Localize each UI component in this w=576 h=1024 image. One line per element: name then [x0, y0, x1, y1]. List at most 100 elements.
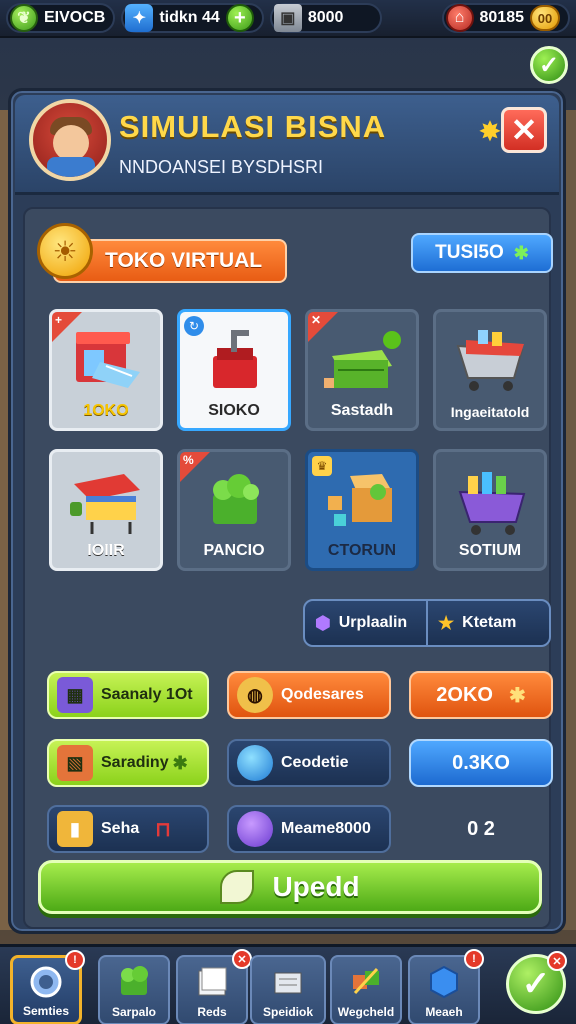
avatar[interactable] [29, 99, 111, 181]
notification-badge: ✕ [232, 949, 252, 969]
cube-icon: ▦ [57, 677, 93, 713]
box-icon: ▣ [273, 4, 302, 32]
resource-money-value: 80185 [479, 9, 525, 26]
coin-icon[interactable]: 00 [530, 5, 560, 31]
readout-value: 0 2 [467, 817, 495, 840]
paper-stack-icon [198, 967, 227, 996]
nav-label: Semties [22, 1004, 70, 1018]
sparkle-icon: ✱ [508, 684, 526, 707]
panel-header: SIMULASI BISNA NNDOANSEI BYSDHSRI ✸ ✕ [15, 95, 559, 195]
barrel-icon: ◍ [237, 677, 273, 713]
nav-confirm-button[interactable]: ✕ ✓ [506, 951, 567, 1014]
orb-icon [237, 745, 273, 781]
stat-label: Saanaly 1Ot [101, 686, 193, 703]
nav-label: Sarpalo [111, 1005, 156, 1019]
bottles-icon: ▮ [57, 811, 93, 847]
item-label: 1OKO [83, 402, 129, 419]
stat-button-quality[interactable]: Ceodetie [227, 739, 391, 787]
resource-energy-value: EIVOCB [44, 9, 106, 26]
mode-option-left-label: Urplaalin [338, 614, 408, 631]
purple-cart-icon [458, 472, 526, 535]
stat-button-stocking[interactable]: ▧ Saradiny ✱ [47, 739, 209, 787]
mode-option-right[interactable]: ★ Ktetam [428, 601, 549, 645]
vegetable-icon [121, 966, 148, 995]
stat-label: Seha [101, 820, 140, 837]
item-label: IOIIR [87, 542, 125, 559]
shop-stall-icon [76, 332, 140, 388]
market-stand-icon [70, 474, 140, 534]
item-tile-crates-stack[interactable]: ♛ CTORUN [305, 449, 419, 571]
item-label: SIOKO [208, 402, 260, 419]
item-tile-vegetables[interactable]: % PANCIO [177, 449, 291, 571]
close-button[interactable]: ✕ [501, 107, 547, 153]
shopping-cart-icon [456, 330, 524, 391]
close-icon: ✕ [510, 112, 538, 148]
tab-secondary[interactable]: TUSI5O ✱ [411, 233, 553, 273]
nav-item-inventory[interactable]: ! Meaeh [408, 949, 484, 1024]
value-button-revenue[interactable]: 2OKO ✱ [409, 671, 553, 719]
resource-energy[interactable]: ❦ EIVOCB [6, 3, 116, 33]
sparkle-icon: ✱ [172, 752, 188, 773]
resource-stock[interactable]: ▣ 8000 [269, 3, 382, 33]
stat-button-staff[interactable]: ▮ Seha ⊓ [47, 805, 209, 853]
item-tile-register[interactable]: ↻ SIOKO [177, 309, 291, 431]
stat-button-measure[interactable]: Meame8000 [227, 805, 391, 853]
resource-gems-value: tidkn 44 [159, 9, 220, 26]
check-icon: ✓ [521, 965, 551, 1003]
resource-money[interactable]: ⌂ 80185 00 [441, 3, 570, 33]
item-tile-shop-stall[interactable]: + 1OKO [49, 309, 163, 431]
sun-badge-icon: ☀ [37, 223, 93, 279]
stat-label: Qodesares [281, 686, 364, 703]
nav-item-reports[interactable]: ✕ Reds [176, 949, 252, 1024]
item-label: Sastadh [330, 402, 394, 419]
sparkle-icon: ✱ [513, 242, 529, 263]
value-button-rate[interactable]: 0.3KO [409, 739, 553, 787]
tab-toko-virtual-label: TOKO VIRTUAL [105, 249, 263, 272]
item-label: PANCIO [203, 542, 265, 559]
resource-bar: ❦ EIVOCB ✦ tidkn 44 + ▣ 8000 ⌂ 80185 00 [0, 0, 576, 38]
stat-button-resources[interactable]: ◍ Qodesares [227, 671, 391, 719]
mode-toggle: ⬢ Urplaalin ★ Ktetam [303, 599, 551, 647]
notification-badge: ! [65, 950, 85, 970]
item-tile-crate[interactable]: ✕ Sastadh [305, 309, 419, 431]
potion-icon: ⬢ [315, 612, 331, 633]
item-label: Ingaeitatold [450, 404, 530, 420]
mode-option-right-label: Ktetam [462, 614, 517, 631]
leaf-icon [220, 870, 255, 904]
tag-icon: % [183, 453, 194, 467]
vegetable-box-icon [213, 474, 259, 524]
panel-subtitle: NNDOANSEI BYSDHSRI [119, 157, 324, 177]
shop-icon: ⌂ [445, 4, 474, 32]
add-gems-button[interactable]: + [225, 4, 254, 32]
resource-stock-value: 8000 [307, 9, 344, 26]
nav-item-settings[interactable]: ! Semties [10, 950, 85, 1024]
nav-item-produce[interactable]: Sarpalo [98, 955, 170, 1024]
panel-title: SIMULASI BISNA [119, 109, 387, 144]
ring-icon [30, 966, 62, 998]
nav-label: Meaeh [425, 1005, 463, 1019]
confirm-check-button[interactable]: ✓ [530, 46, 568, 84]
mode-option-left[interactable]: ⬢ Urplaalin [305, 601, 428, 645]
item-label: CTORUN [327, 542, 397, 559]
stat-button-analytics[interactable]: ▦ Saanaly 1Ot [47, 671, 209, 719]
diamond-icon: ✦ [125, 4, 154, 32]
revenue-value: 2OKO [436, 683, 493, 706]
resource-gems[interactable]: ✦ tidkn 44 + [121, 3, 264, 33]
item-tile-market-stand[interactable]: IOIIR [49, 449, 163, 571]
plus-icon: + [55, 313, 63, 327]
tab-secondary-label: TUSI5O [435, 242, 504, 263]
trophy-icon: ★ [438, 612, 455, 633]
cash-register-icon [213, 330, 257, 388]
value-readout: 0 2 [409, 805, 553, 853]
item-label: SOTIUM [458, 542, 522, 559]
update-button[interactable]: Upedd [38, 860, 542, 914]
nav-label: Wegcheld [337, 1005, 395, 1019]
stat-label: Meame8000 [281, 820, 371, 837]
item-tile-cart[interactable]: Ingaeitatold [433, 309, 547, 431]
nav-item-special[interactable]: Speidiok [250, 955, 326, 1024]
item-tile-purple-cart[interactable]: SOTIUM [433, 449, 547, 571]
bottom-navigation: ! Semties Sarpalo ✕ Reds Speidiok Wegche… [0, 944, 576, 1024]
update-button-label: Upedd [272, 871, 360, 902]
rate-value: 0.3KO [452, 751, 510, 774]
nav-item-weighted[interactable]: Wegcheld [330, 955, 402, 1024]
